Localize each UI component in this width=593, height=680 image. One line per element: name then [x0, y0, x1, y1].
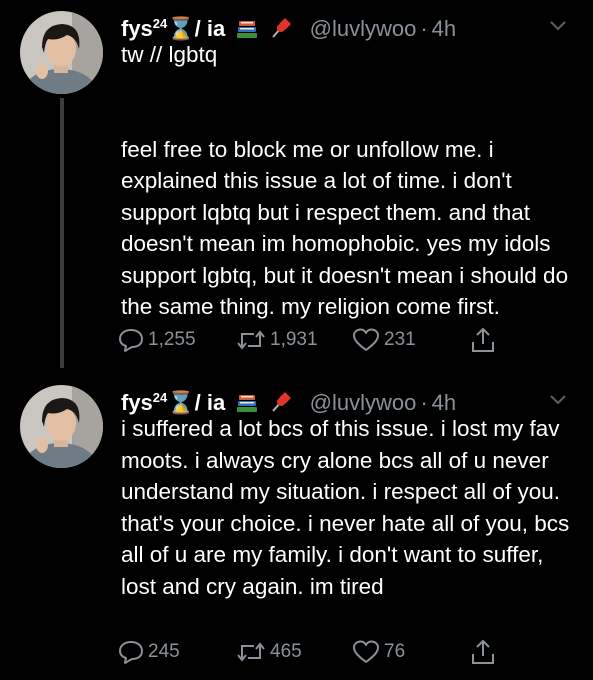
thread-line	[60, 98, 64, 368]
retweet-button[interactable]: 1,931	[236, 325, 318, 355]
tweet-text: tw // lgbtq feel free to block me or unf…	[121, 42, 569, 319]
heart-icon	[353, 640, 379, 663]
retweet-button[interactable]: 465	[236, 637, 302, 667]
avatar[interactable]	[20, 11, 103, 94]
share-button[interactable]	[470, 637, 496, 667]
retweet-count: 465	[270, 641, 302, 662]
timestamp[interactable]: 4h	[432, 16, 456, 41]
avatar[interactable]	[20, 385, 103, 468]
separator-dot: ·	[420, 390, 428, 415]
handle[interactable]: @luvlywoo	[310, 390, 417, 415]
reply-count: 245	[148, 641, 180, 662]
timestamp[interactable]: 4h	[432, 390, 456, 415]
share-upload-icon	[472, 327, 494, 352]
share-upload-icon	[472, 639, 494, 664]
chevron-down-icon[interactable]	[549, 394, 567, 406]
handle[interactable]: @luvlywoo	[310, 16, 417, 41]
reply-count: 1,255	[148, 329, 196, 350]
display-name[interactable]: fys24⌛/ ia	[121, 16, 225, 41]
like-button[interactable]: 231	[352, 325, 416, 355]
display-name[interactable]: fys24⌛/ ia	[121, 390, 225, 415]
tweet-2[interactable]: fys24⌛/ ia @luvlywoo · 4h i suffered a lot…	[0, 368, 593, 680]
tweet-header: fys24⌛/ ia @luvlywoo · 4h	[121, 383, 456, 415]
like-button[interactable]: 76	[352, 637, 405, 667]
chevron-down-icon[interactable]	[549, 20, 567, 32]
retweet-count: 1,931	[270, 329, 318, 350]
tweet-text: i suffered a lot bcs of this issue. i lo…	[121, 416, 576, 599]
tweet-header: fys24⌛/ ia @luvlywoo · 4h	[121, 9, 456, 41]
tweet-actions: 1,255 1,931 231	[118, 325, 578, 355]
heart-icon	[353, 328, 379, 351]
tweet-actions: 245 465 76	[118, 637, 578, 667]
reply-button[interactable]: 245	[118, 637, 180, 667]
separator-dot: ·	[420, 16, 428, 41]
reply-button[interactable]: 1,255	[118, 325, 196, 355]
retweet-arrows-icon	[237, 642, 265, 662]
speech-bubble-icon	[119, 641, 143, 664]
share-button[interactable]	[470, 325, 496, 355]
like-count: 231	[384, 329, 416, 350]
retweet-arrows-icon	[237, 330, 265, 350]
tweet-1[interactable]: fys24⌛/ ia @luvlywoo · 4h tw // lgbtq feel…	[0, 0, 593, 368]
speech-bubble-icon	[119, 329, 143, 352]
like-count: 76	[384, 641, 406, 662]
